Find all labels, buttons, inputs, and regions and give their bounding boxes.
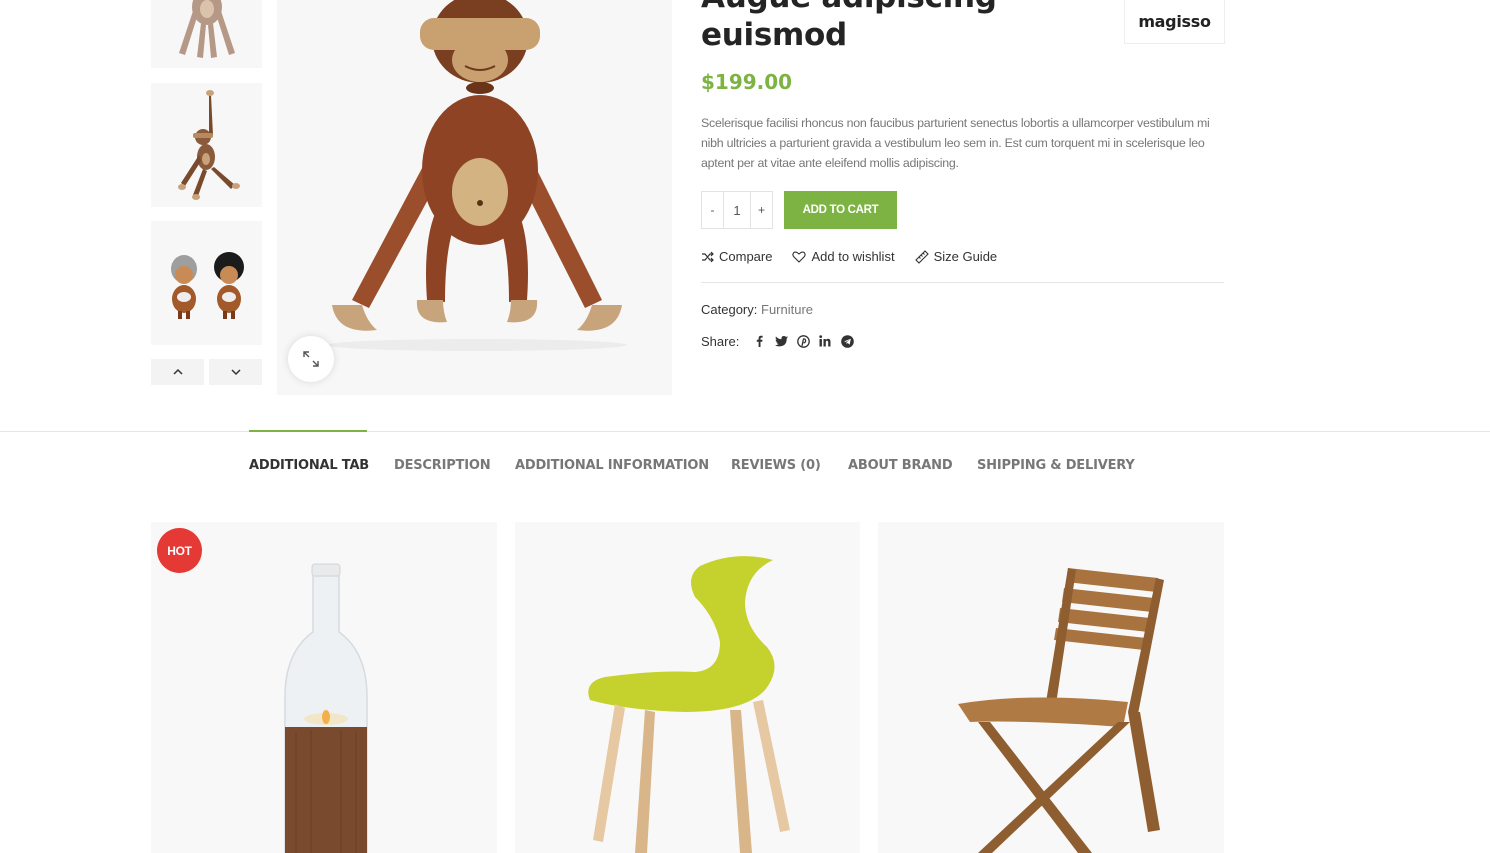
linkedin-icon[interactable] [814, 333, 836, 349]
telegram-icon[interactable] [836, 333, 858, 349]
monkey-front-thumb-image [179, 0, 235, 58]
facebook-icon[interactable] [748, 333, 770, 349]
heart-icon [792, 250, 807, 263]
thumbnail-figurines[interactable] [151, 221, 262, 345]
tabs-divider [0, 431, 1490, 432]
folding-chair-image [958, 568, 1164, 853]
product-card-bottle-candle[interactable] [151, 522, 497, 853]
tab-additional-information[interactable]: ADDITIONAL INFORMATION [515, 458, 709, 473]
compare-link[interactable]: Compare [701, 249, 772, 264]
tab-description[interactable]: DESCRIPTION [394, 458, 491, 473]
thumbnail-monkey-hanging[interactable] [151, 83, 262, 207]
quantity-input[interactable] [723, 192, 751, 228]
quantity-increase-button[interactable]: + [751, 192, 772, 228]
active-tab-indicator [249, 430, 367, 432]
tab-shipping-delivery[interactable]: SHIPPING & DELIVERY [977, 458, 1135, 473]
twitter-icon[interactable] [770, 333, 792, 349]
share-bar: Share: [701, 333, 858, 349]
share-label: Share: [701, 333, 740, 349]
shuffle-icon [702, 251, 714, 262]
thumbnail-next-button[interactable] [209, 359, 262, 385]
product-card-green-chair[interactable] [515, 522, 860, 853]
product-category: Category: Furniture [701, 302, 813, 317]
tab-reviews[interactable]: REVIEWS (0) [731, 458, 821, 473]
summary-divider [701, 282, 1224, 283]
quantity-decrease-button[interactable]: - [702, 192, 723, 228]
figurines-thumb-image [171, 252, 244, 319]
wishlist-link[interactable]: Add to wishlist [792, 249, 895, 264]
hot-badge: HOT [157, 528, 202, 573]
thumbnail-prev-button[interactable] [151, 359, 204, 385]
quantity-stepper: - + [701, 191, 773, 229]
wishlist-label: Add to wishlist [811, 249, 895, 264]
expand-icon [303, 351, 319, 367]
zoom-button[interactable] [288, 336, 334, 382]
category-label: Category: [701, 302, 758, 317]
compare-label: Compare [719, 249, 773, 264]
brand-logo[interactable]: magisso [1124, 0, 1225, 44]
add-to-cart-button[interactable]: ADD TO CART [784, 191, 897, 229]
brand-name: magisso [1138, 11, 1211, 31]
product-title: Augue adipiscing euismod [701, 0, 997, 53]
ruler-icon [914, 249, 929, 264]
main-product-image[interactable] [277, 0, 672, 395]
size-guide-label: Size Guide [933, 249, 998, 264]
tab-about-brand[interactable]: ABOUT BRAND [848, 458, 953, 473]
product-card-folding-chair[interactable] [878, 522, 1224, 853]
pinterest-icon[interactable] [792, 333, 814, 349]
product-short-description: Scelerisque facilisi rhoncus non faucibu… [701, 116, 1210, 170]
bottle-candle-image [284, 563, 368, 853]
size-guide-link[interactable]: Size Guide [914, 249, 998, 264]
wooden-monkey-image [327, 0, 627, 351]
chevron-down-icon [230, 369, 241, 376]
monkey-hanging-thumb-image [178, 90, 240, 200]
product-actions: Compare Add to wishlist Size Guide [701, 249, 1017, 264]
product-price: $199.00 [701, 70, 793, 94]
category-link[interactable]: Furniture [761, 302, 813, 317]
thumbnail-monkey-front[interactable] [151, 0, 262, 68]
tab-additional[interactable]: ADDITIONAL TAB [249, 458, 369, 473]
green-chair-image [588, 556, 790, 853]
chevron-up-icon [172, 368, 183, 375]
